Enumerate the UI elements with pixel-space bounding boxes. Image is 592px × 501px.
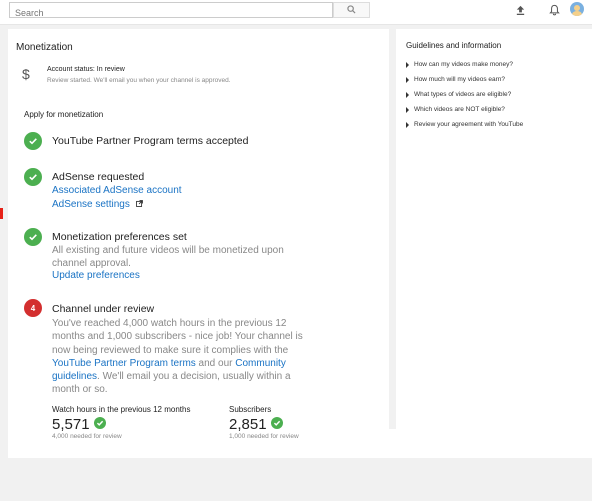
- partner-program-terms-link[interactable]: YouTube Partner Program terms: [52, 358, 196, 369]
- account-status-detail: Review started. We'll email you when you…: [47, 77, 231, 84]
- check-icon: [24, 228, 42, 246]
- update-preferences-link[interactable]: Update preferences: [52, 270, 140, 281]
- step-review-title: Channel under review: [52, 303, 155, 315]
- page-title: Monetization: [16, 42, 73, 53]
- guideline-item[interactable]: How can my videos make money?: [406, 61, 513, 68]
- search-icon: [347, 1, 356, 19]
- side-indicator: [0, 208, 3, 219]
- bell-icon[interactable]: [547, 3, 561, 17]
- step-terms-title: YouTube Partner Program terms accepted: [52, 135, 249, 147]
- subscribers-value: 2,851: [229, 416, 267, 433]
- step-preferences-desc: All existing and future videos will be m…: [52, 245, 284, 270]
- apply-section-title: Apply for monetization: [24, 110, 104, 119]
- step-preferences-title: Monetization preferences set: [52, 231, 187, 243]
- step-adsense-title: AdSense requested: [52, 171, 145, 183]
- caret-right-icon: [406, 91, 409, 98]
- search-input[interactable]: [10, 6, 342, 20]
- adsense-settings-link[interactable]: AdSense settings: [52, 199, 130, 210]
- check-icon: [24, 168, 42, 186]
- guideline-item[interactable]: Review your agreement with YouTube: [406, 121, 523, 128]
- external-link-icon: [135, 199, 143, 210]
- search-box[interactable]: [9, 2, 342, 20]
- watch-hours-value: 5,571: [52, 416, 90, 433]
- guideline-item[interactable]: How much will my videos earn?: [406, 76, 505, 83]
- upload-icon[interactable]: [513, 3, 527, 17]
- review-step-badge: 4: [24, 299, 42, 317]
- account-status: Account status: In review: [47, 66, 125, 73]
- check-icon: [24, 132, 42, 150]
- guideline-item[interactable]: Which videos are NOT eligible?: [406, 106, 505, 113]
- subscribers-note: 1,000 needed for review: [229, 433, 299, 440]
- associated-adsense-link[interactable]: Associated AdSense account: [52, 185, 182, 196]
- adsense-settings-row: AdSense settings: [52, 199, 143, 210]
- watch-hours-note: 4,000 needed for review: [52, 433, 122, 440]
- guidelines-title: Guidelines and information: [406, 41, 502, 50]
- search-button[interactable]: [333, 2, 370, 18]
- guideline-item[interactable]: What types of videos are eligible?: [406, 91, 511, 98]
- check-icon: [271, 417, 283, 429]
- dollar-icon: $: [22, 66, 30, 82]
- caret-right-icon: [406, 121, 409, 128]
- avatar[interactable]: [570, 2, 584, 16]
- caret-right-icon: [406, 106, 409, 113]
- caret-right-icon: [406, 61, 409, 68]
- caret-right-icon: [406, 76, 409, 83]
- subscribers-label: Subscribers: [229, 405, 272, 414]
- guidelines-card: [396, 29, 592, 435]
- step-review-desc: You've reached 4,000 watch hours in the …: [52, 318, 303, 396]
- watch-hours-label: Watch hours in the previous 12 months: [52, 405, 191, 414]
- check-icon: [94, 417, 106, 429]
